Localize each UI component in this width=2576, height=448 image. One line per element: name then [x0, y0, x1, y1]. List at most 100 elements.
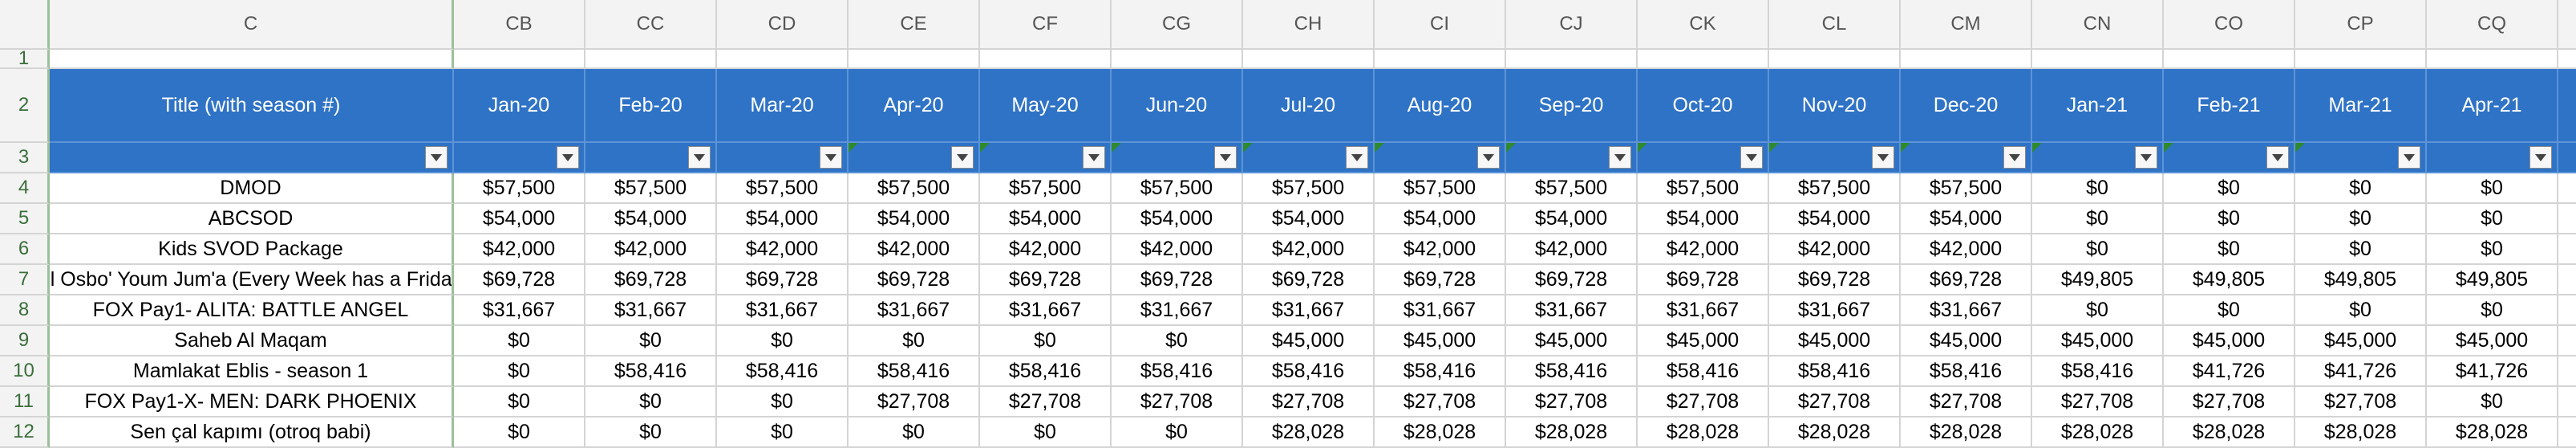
- row-header[interactable]: 1: [0, 50, 50, 69]
- value-cell[interactable]: $0: [585, 417, 717, 448]
- value-cell[interactable]: $69,728: [1638, 265, 1769, 295]
- value-cell[interactable]: $0: [849, 326, 980, 356]
- value-cell[interactable]: $58,416: [849, 356, 980, 387]
- value-cell[interactable]: $41,726: [2164, 356, 2295, 387]
- column-header-ci[interactable]: CI: [1375, 0, 1506, 50]
- value-cell[interactable]: $57,500: [1901, 173, 2032, 204]
- value-cell[interactable]: $0: [2427, 387, 2558, 417]
- value-cell[interactable]: $0: [2164, 234, 2295, 265]
- value-cell[interactable]: $28,028: [2032, 417, 2164, 448]
- empty-cell[interactable]: [849, 50, 980, 69]
- value-cell[interactable]: $58,416: [1638, 356, 1769, 387]
- value-cell[interactable]: $0: [849, 417, 980, 448]
- empty-cell[interactable]: [2295, 50, 2427, 69]
- header-month-cell[interactable]: Sep-20: [1506, 69, 1638, 143]
- value-cell[interactable]: $0: [2164, 295, 2295, 326]
- value-cell[interactable]: $0: [2295, 204, 2427, 234]
- column-header-cc[interactable]: CC: [585, 0, 717, 50]
- value-cell[interactable]: $31,667: [1375, 295, 1506, 326]
- value-cell[interactable]: $31,667: [1901, 295, 2032, 326]
- value-cell[interactable]: $31,667: [1769, 295, 1901, 326]
- row-header[interactable]: 8: [0, 295, 50, 326]
- column-header-partial[interactable]: [2558, 0, 2576, 50]
- value-cell[interactable]: $42,000: [585, 234, 717, 265]
- header-month-cell[interactable]: Jun-20: [1112, 69, 1243, 143]
- value-cell[interactable]: $28,028: [1769, 417, 1901, 448]
- header-month-cell[interactable]: Nov-20: [1769, 69, 1901, 143]
- value-cell[interactable]: $42,000: [980, 234, 1112, 265]
- filter-dropdown-button[interactable]: [2135, 146, 2157, 169]
- empty-cell[interactable]: [2427, 50, 2558, 69]
- value-cell[interactable]: $31,667: [454, 295, 585, 326]
- value-cell[interactable]: $0: [717, 387, 849, 417]
- value-cell[interactable]: $0: [717, 326, 849, 356]
- value-cell[interactable]: $0: [2164, 173, 2295, 204]
- filter-dropdown-button[interactable]: [1740, 146, 1763, 169]
- column-header-co[interactable]: CO: [2164, 0, 2295, 50]
- title-cell[interactable]: ol Osbo' Youm Jum'a (Every Week has a Fr…: [50, 265, 454, 295]
- row-header[interactable]: 9: [0, 326, 50, 356]
- value-cell[interactable]: $57,500: [717, 173, 849, 204]
- filter-cell[interactable]: [1769, 143, 1901, 173]
- value-cell[interactable]: $57,500: [1243, 173, 1375, 204]
- value-cell[interactable]: $58,416: [1243, 356, 1375, 387]
- value-cell[interactable]: $0: [1112, 326, 1243, 356]
- header-month-cell[interactable]: Apr-20: [849, 69, 980, 143]
- title-cell[interactable]: Saheb Al Maqam: [50, 326, 454, 356]
- value-cell[interactable]: $27,708: [2295, 387, 2427, 417]
- filter-dropdown-button[interactable]: [1214, 146, 1237, 169]
- value-cell[interactable]: $54,000: [1243, 204, 1375, 234]
- value-cell[interactable]: $58,416: [1769, 356, 1901, 387]
- value-cell[interactable]: $69,728: [1506, 265, 1638, 295]
- row-header[interactable]: 11: [0, 387, 50, 417]
- filter-cell[interactable]: [585, 143, 717, 173]
- empty-cell[interactable]: [717, 50, 849, 69]
- value-cell[interactable]: $69,728: [1112, 265, 1243, 295]
- value-cell[interactable]: $69,728: [1901, 265, 2032, 295]
- value-cell[interactable]: $0: [2295, 295, 2427, 326]
- value-cell[interactable]: $69,728: [849, 265, 980, 295]
- value-cell[interactable]: $0: [980, 417, 1112, 448]
- value-cell[interactable]: $42,000: [1769, 234, 1901, 265]
- filter-cell[interactable]: [1243, 143, 1375, 173]
- filter-cell[interactable]: [2427, 143, 2558, 173]
- value-cell[interactable]: $42,000: [717, 234, 849, 265]
- value-cell[interactable]: $0: [1112, 417, 1243, 448]
- value-cell[interactable]: $28,028: [2427, 417, 2558, 448]
- empty-cell[interactable]: [1506, 50, 1638, 69]
- value-cell[interactable]: $54,000: [1375, 204, 1506, 234]
- value-cell[interactable]: $57,500: [980, 173, 1112, 204]
- filter-dropdown-button[interactable]: [557, 146, 579, 169]
- value-cell[interactable]: $0: [454, 417, 585, 448]
- header-month-cell[interactable]: May-20: [980, 69, 1112, 143]
- value-cell[interactable]: $28,028: [1375, 417, 1506, 448]
- value-cell[interactable]: $0: [454, 356, 585, 387]
- value-cell[interactable]: $0: [2427, 173, 2558, 204]
- empty-cell[interactable]: [1769, 50, 1901, 69]
- column-header-cf[interactable]: CF: [980, 0, 1112, 50]
- value-cell[interactable]: $45,000: [1375, 326, 1506, 356]
- value-cell-partial[interactable]: [2558, 356, 2576, 387]
- header-month-cell[interactable]: Mar-20: [717, 69, 849, 143]
- value-cell[interactable]: $28,028: [2164, 417, 2295, 448]
- value-cell[interactable]: $41,726: [2427, 356, 2558, 387]
- filter-dropdown-button[interactable]: [2529, 146, 2552, 169]
- value-cell[interactable]: $0: [585, 326, 717, 356]
- filter-dropdown-button[interactable]: [1346, 146, 1368, 169]
- value-cell[interactable]: $0: [2032, 204, 2164, 234]
- value-cell-partial[interactable]: [2558, 234, 2576, 265]
- value-cell[interactable]: $42,000: [454, 234, 585, 265]
- column-header-cp[interactable]: CP: [2295, 0, 2427, 50]
- value-cell[interactable]: $31,667: [717, 295, 849, 326]
- filter-cell[interactable]: [1506, 143, 1638, 173]
- value-cell[interactable]: $42,000: [1375, 234, 1506, 265]
- value-cell[interactable]: $54,000: [1506, 204, 1638, 234]
- empty-cell[interactable]: [50, 50, 454, 69]
- value-cell[interactable]: $0: [2427, 204, 2558, 234]
- column-header-cn[interactable]: CN: [2032, 0, 2164, 50]
- value-cell[interactable]: $0: [585, 387, 717, 417]
- filter-cell[interactable]: [50, 143, 454, 173]
- value-cell[interactable]: $54,000: [849, 204, 980, 234]
- empty-cell[interactable]: [2032, 50, 2164, 69]
- value-cell[interactable]: $57,500: [849, 173, 980, 204]
